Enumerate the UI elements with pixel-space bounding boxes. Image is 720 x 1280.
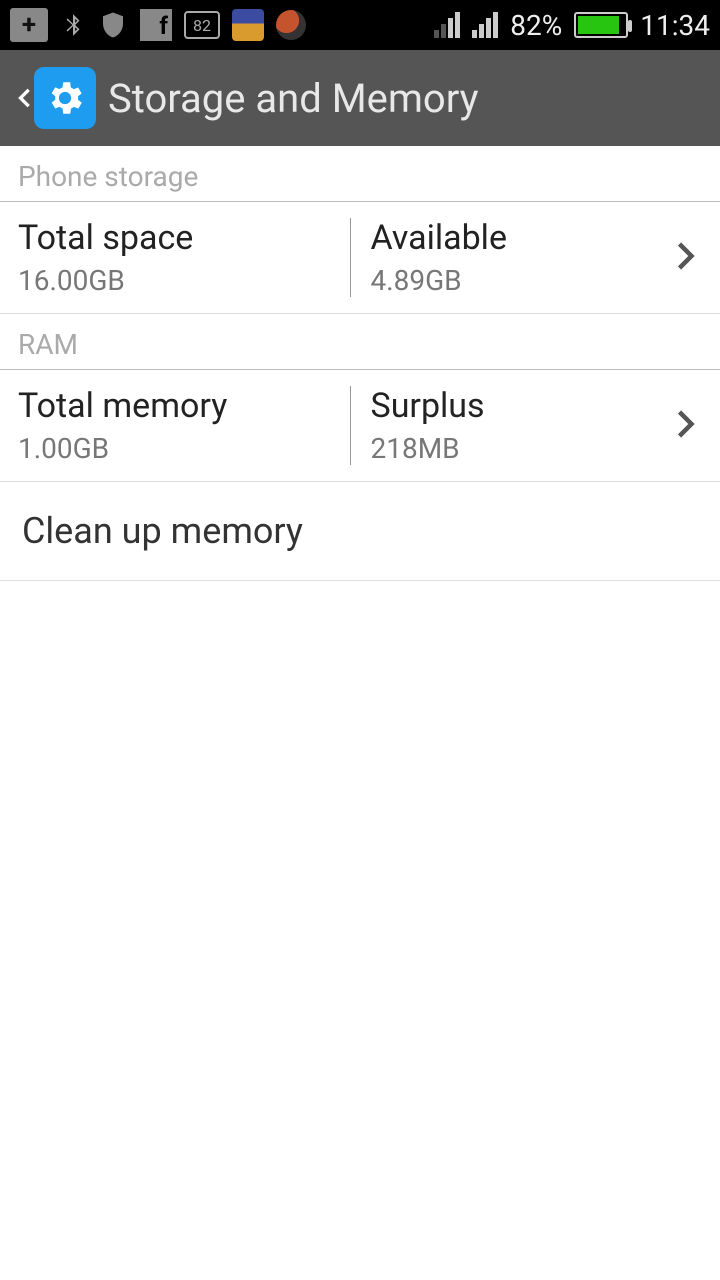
back-button[interactable] xyxy=(10,67,96,129)
total-space-value: 16.00GB xyxy=(18,264,332,297)
section-header-ram: RAM xyxy=(0,314,720,370)
page-title: Storage and Memory xyxy=(108,75,479,122)
battery-icon xyxy=(574,12,628,38)
available-space-label: Available xyxy=(371,218,685,258)
surplus-memory-value: 218MB xyxy=(371,432,685,465)
ram-row[interactable]: Total memory 1.00GB Surplus 218MB xyxy=(0,370,720,482)
shopping-bag-icon xyxy=(232,9,264,41)
available-space-value: 4.89GB xyxy=(371,264,685,297)
section-header-phone-storage: Phone storage xyxy=(0,146,720,202)
settings-app-icon xyxy=(34,67,96,129)
battery-percent: 82% xyxy=(510,9,562,42)
status-bar-left: + f 82 xyxy=(10,8,306,42)
total-memory-cell: Total memory 1.00GB xyxy=(18,386,351,465)
app-globe-icon xyxy=(276,10,306,40)
facebook-icon: f xyxy=(140,9,172,41)
app-bar: Storage and Memory xyxy=(0,50,720,146)
status-bar-right: 82% 11:34 xyxy=(434,9,710,42)
new-tab-icon: + xyxy=(10,8,48,42)
surplus-memory-label: Surplus xyxy=(371,386,685,426)
phone-storage-row[interactable]: Total space 16.00GB Available 4.89GB xyxy=(0,202,720,314)
status-bar: + f 82 82% 11:34 xyxy=(0,0,720,50)
available-space-cell: Available 4.89GB xyxy=(351,218,703,297)
clean-up-memory-row[interactable]: Clean up memory xyxy=(0,482,720,581)
shield-icon xyxy=(98,8,128,42)
surplus-memory-cell: Surplus 218MB xyxy=(351,386,703,465)
total-space-label: Total space xyxy=(18,218,332,258)
chevron-right-icon xyxy=(666,402,702,450)
bluetooth-icon xyxy=(60,10,86,40)
notification-count-icon: 82 xyxy=(184,11,220,39)
total-memory-value: 1.00GB xyxy=(18,432,332,465)
total-space-cell: Total space 16.00GB xyxy=(18,218,351,297)
signal-sim1-icon xyxy=(434,12,460,38)
chevron-right-icon xyxy=(666,234,702,282)
signal-sim2-icon xyxy=(472,12,498,38)
clock: 11:34 xyxy=(640,9,710,42)
total-memory-label: Total memory xyxy=(18,386,332,426)
